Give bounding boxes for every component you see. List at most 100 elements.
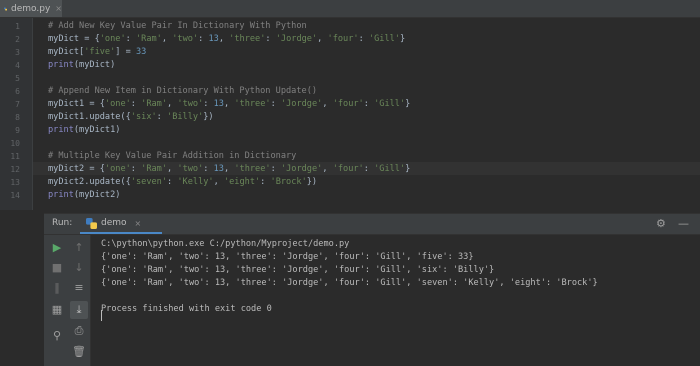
gear-icon[interactable]: ⚙ [656,217,666,230]
line-number: 8 [15,113,20,122]
code-line: print(myDict) [48,59,115,72]
console-caret [101,310,102,321]
code-line: # Multiple Key Value Pair Addition in Di… [48,150,296,163]
code-token: 'Ram' [141,99,168,109]
code-token: 33 [135,47,147,57]
code-line: myDict['five'] = 33 [48,46,146,59]
code-token: , [317,34,328,44]
code-token: # Append New Item in Dictionary With Pyt… [48,86,318,96]
pin-icon[interactable]: ⚲ [49,327,65,343]
code-line: # Append New Item in Dictionary With Pyt… [48,85,317,98]
print-icon[interactable]: ⎙ [71,323,87,339]
code-token: : [358,34,369,44]
code-token: 'Ram' [141,164,168,174]
code-token: 'seven' [130,177,168,187]
code-token: } [405,99,411,109]
console-line: Process finished with exit code 0 [101,304,272,314]
run-tab-close-button[interactable]: × [135,219,142,228]
code-token: # Multiple Key Value Pair Addition in Di… [48,151,297,161]
code-token: , [223,99,235,109]
line-number: 7 [15,100,20,109]
code-token: myDict1 = { [48,99,105,109]
file-tab-close-button[interactable]: × [55,4,62,13]
minimize-icon[interactable]: — [678,217,689,230]
code-token: } [405,164,411,174]
line-number: 14 [10,191,20,200]
code-token: , [161,34,173,44]
trash-icon[interactable]: 🗑 [71,343,87,359]
code-token: } [399,34,406,44]
pause-icon[interactable]: ‖ [49,279,65,295]
play-icon[interactable]: ▶ [49,239,65,255]
line-number: 12 [10,165,20,174]
code-token: , [322,99,333,109]
code-token: 'two' [172,34,199,44]
console-line: {'one': 'Ram', 'two': 13, 'three': 'Jord… [101,278,598,288]
line-number: 9 [15,126,20,135]
code-token: 'two' [177,99,204,109]
code-token: 'Jordge' [275,34,318,44]
code-token: , [322,164,333,174]
soft-wrap-icon[interactable]: ≡ [71,279,87,295]
code-token: , [218,34,230,44]
code-token: 'one' [104,99,131,109]
console-line: {'one': 'Ram', 'two': 13, 'three': 'Jord… [101,252,474,262]
code-token: : [270,99,281,109]
editor-tab-bar: demo.py × [0,0,700,18]
code-token: 'four' [327,34,359,44]
code-token: 'one' [104,164,131,174]
code-token: , [213,177,224,187]
code-token: : [363,164,375,174]
code-token: 'Gill' [374,164,406,174]
code-line: print(myDict1) [48,124,120,137]
code-token: 'Billy' [167,112,204,122]
code-editor[interactable]: 1 2 3 4 5 6 7 8 9 10 11 12 13 14 # Add New Key Value … [0,18,700,210]
code-token: 13 [213,164,224,174]
code-token: 'two' [177,164,204,174]
code-token: 13 [208,34,219,44]
python-file-icon [4,6,8,11]
code-token: # Add New Key Value Pair In Dictionary W… [48,21,307,31]
console-output[interactable]: C:\python\python.exe C:/python/Myproject… [101,238,696,366]
code-token: 'Gill' [374,99,406,109]
code-token: (myDict2) [73,190,121,200]
run-tab-demo[interactable]: demo × [80,214,162,234]
code-token: , [167,164,178,174]
code-token: 'four' [332,164,364,174]
code-token: , [167,99,178,109]
code-token: 'Ram' [135,34,162,44]
code-token: myDict [48,34,80,44]
code-token: : [167,177,178,187]
code-token: print [48,125,74,135]
code-token: 'six' [130,112,157,122]
code-token: : [156,112,168,122]
code-token: 'Brock' [270,177,307,187]
console-line: C:\python\python.exe C:/python/Myproject… [101,239,350,249]
console-line: {'one': 'Ram', 'two': 13, 'three': 'Jord… [101,265,495,275]
file-tab-demo-py[interactable]: demo.py × [0,0,62,17]
layout-icon[interactable]: ▦ [49,301,65,317]
code-line: myDict2 = {'one': 'Ram', 'two': 13, 'thr… [48,163,410,176]
code-token: 'three' [234,99,271,109]
code-token: , [223,164,235,174]
code-token: print [48,60,74,70]
stop-icon[interactable]: ■ [49,259,65,275]
code-token: : [260,177,271,187]
code-token: : [198,34,209,44]
line-number: 3 [15,48,20,57]
code-token: : [203,164,214,174]
line-number: 11 [10,152,20,161]
code-token: = { [79,34,100,44]
code-line: myDict2.update({'seven': 'Kelly', 'eight… [48,176,317,189]
line-number: 1 [15,22,20,31]
code-token: 'eight' [223,177,261,187]
code-token: : [130,164,142,174]
arrow-down-icon[interactable]: ↓ [71,259,87,275]
code-token: }) [306,177,318,187]
scroll-to-end-icon[interactable]: ⤓ [70,301,88,319]
code-line: # Add New Key Value Pair In Dictionary W… [48,20,307,33]
code-token: : [270,164,281,174]
arrow-up-icon[interactable]: ↑ [71,239,87,255]
code-line: myDict = {'one': 'Ram', 'two': 13, 'thre… [48,33,405,46]
line-number: 13 [10,178,20,187]
